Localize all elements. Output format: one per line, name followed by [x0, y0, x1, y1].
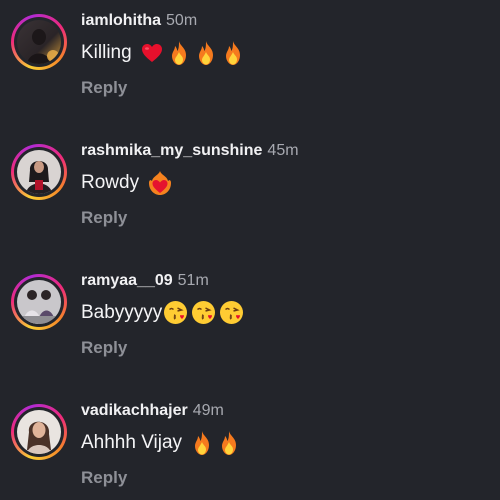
reply-button[interactable]: Reply [81, 338, 127, 358]
reply-button[interactable]: Reply [81, 468, 127, 488]
comment-item: vadikachhajer 49m Ahhhh Vijay Reply [0, 390, 500, 500]
comment-emojis [140, 40, 245, 66]
comment-username[interactable]: iamlohitha [81, 12, 161, 29]
comment-username-row: iamlohitha 50m [81, 12, 197, 30]
comment-username[interactable]: ramyaa__09 [81, 272, 173, 289]
avatar[interactable] [11, 144, 67, 200]
kissing-face-emoji [219, 300, 244, 325]
avatar-photo [17, 410, 61, 454]
reply-button[interactable]: Reply [81, 78, 127, 98]
avatar[interactable] [11, 404, 67, 460]
comment-username-row: vadikachhajer 49m [81, 402, 224, 420]
comment-item: iamlohitha 50m Killing Reply [0, 0, 500, 130]
comment-text-row: Rowdy [81, 170, 173, 196]
avatar[interactable] [11, 274, 67, 330]
comment-time: 50m [166, 12, 198, 29]
comment-text-row: Killing [81, 40, 245, 66]
comment-emojis [163, 300, 244, 325]
fire-emoji [190, 430, 214, 456]
comment-text: Killing [81, 42, 132, 63]
fire-emoji [217, 430, 241, 456]
fire-emoji [167, 40, 191, 66]
comment-item: ramyaa__09 51m Babyyyyy Reply [0, 260, 500, 390]
heart-emoji [140, 41, 164, 65]
avatar-photo [17, 20, 61, 64]
comment-time: 45m [267, 142, 299, 159]
comment-item: rashmika_my_sunshine 45m Rowdy Reply [0, 130, 500, 260]
comment-username[interactable]: vadikachhajer [81, 402, 188, 419]
kissing-face-emoji [163, 300, 188, 325]
fire-emoji [221, 40, 245, 66]
comment-text: Ahhhh Vijay [81, 432, 183, 453]
comment-username-row: ramyaa__09 51m [81, 272, 209, 290]
heart-on-fire-emoji [147, 170, 173, 196]
comment-time: 51m [177, 272, 209, 289]
comment-text-row: Babyyyyy [81, 300, 244, 325]
comment-text: Rowdy [81, 172, 140, 193]
comment-emojis [147, 170, 173, 196]
comment-text: Babyyyyy [81, 301, 163, 323]
reply-button[interactable]: Reply [81, 208, 127, 228]
comment-emojis [190, 430, 241, 456]
comment-username-row: rashmika_my_sunshine 45m [81, 142, 299, 160]
comment-text-row: Ahhhh Vijay [81, 430, 241, 456]
kissing-face-emoji [191, 300, 216, 325]
avatar-photo [17, 280, 61, 324]
comment-time: 49m [192, 402, 224, 419]
avatar-photo [17, 150, 61, 194]
comment-username[interactable]: rashmika_my_sunshine [81, 142, 262, 159]
avatar[interactable] [11, 14, 67, 70]
fire-emoji [194, 40, 218, 66]
comments-list: iamlohitha 50m Killing Reply rashmika_my… [0, 0, 500, 500]
